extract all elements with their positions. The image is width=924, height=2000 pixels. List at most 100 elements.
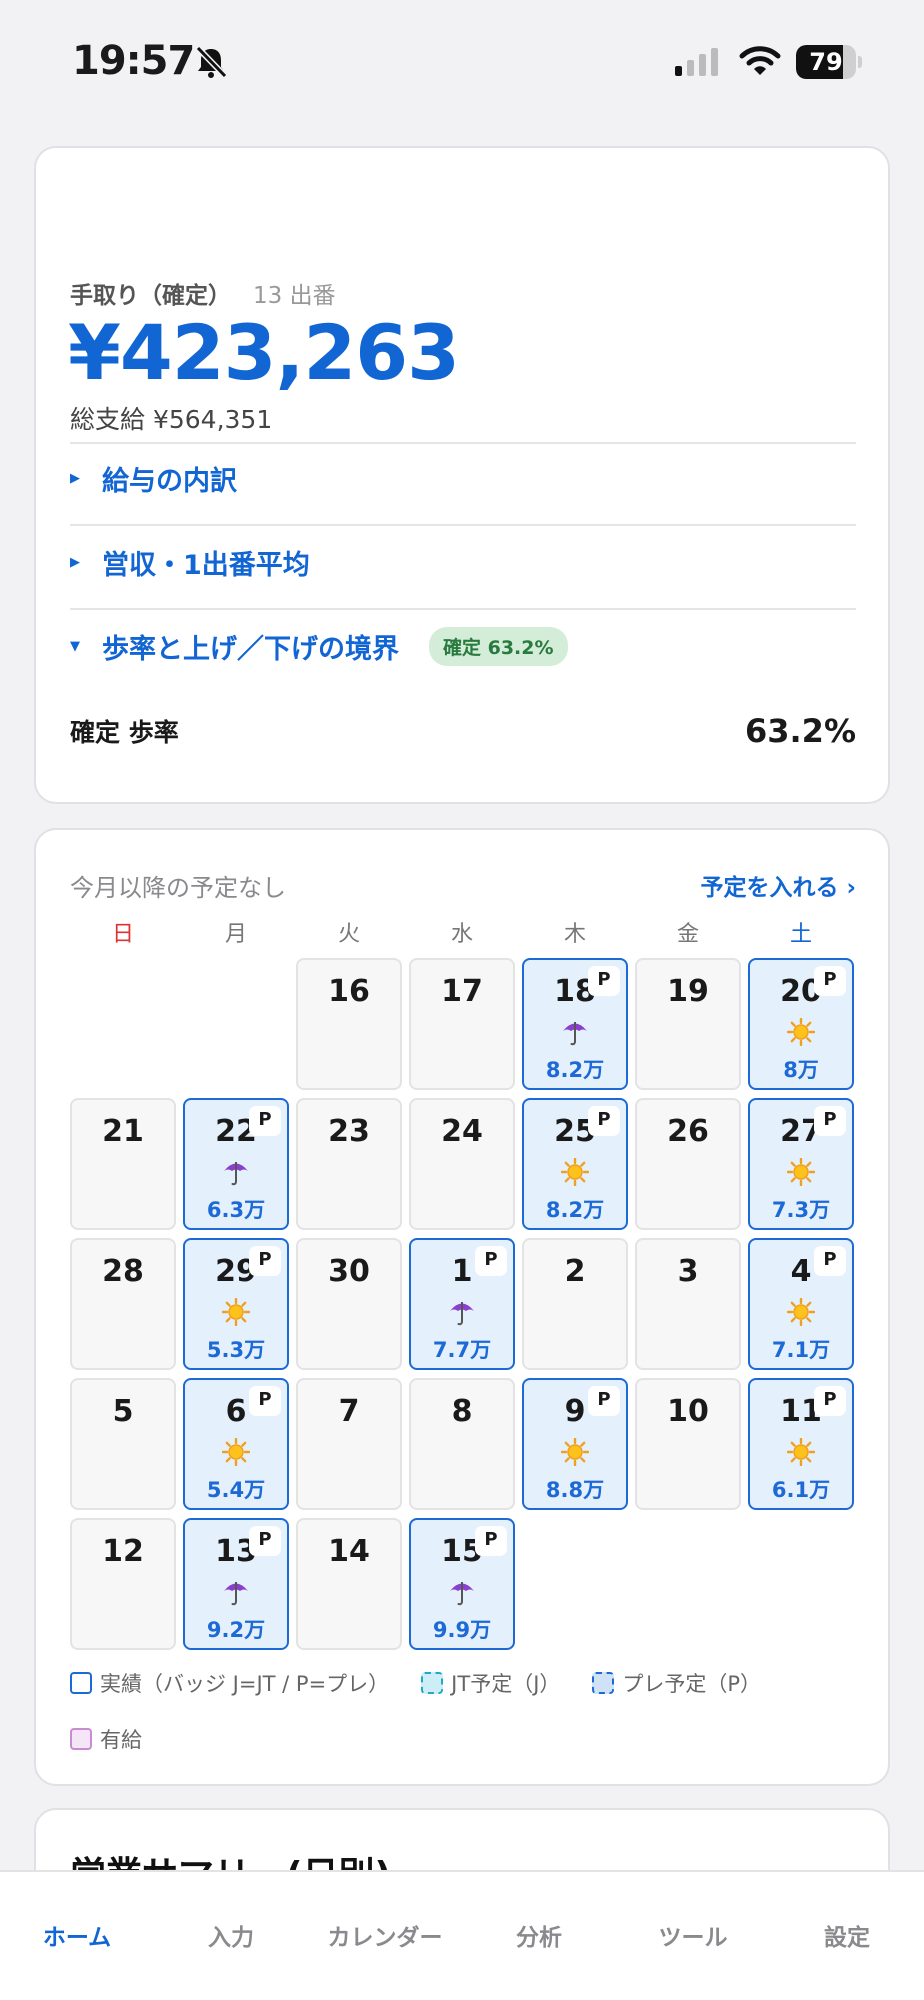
status-bar: 19:57 79 bbox=[0, 0, 924, 120]
plan-badge: P bbox=[814, 1386, 846, 1416]
calendar-day-cell[interactable]: 21 bbox=[70, 1098, 176, 1230]
legend-second-row: 有給 bbox=[70, 1724, 174, 1754]
divider bbox=[70, 608, 856, 610]
plan-badge: P bbox=[475, 1246, 507, 1276]
tab-calendar[interactable]: カレンダー bbox=[308, 1872, 462, 2000]
calendar-day-cell[interactable]: 14 bbox=[296, 1518, 402, 1650]
tab-input[interactable]: 入力 bbox=[154, 1872, 308, 2000]
divider bbox=[70, 442, 856, 444]
calendar-day-cell[interactable]: 12 bbox=[70, 1518, 176, 1650]
estimated-amount: 9.9万 bbox=[432, 1618, 492, 1642]
salary-breakdown-toggle[interactable]: ▶ 給与の内訳 bbox=[70, 458, 237, 498]
day-number: 2 bbox=[564, 1254, 586, 1289]
umbrella-icon bbox=[185, 1158, 287, 1186]
calendar-day-cell[interactable]: 9 P 8.8万 bbox=[522, 1378, 628, 1510]
legend-swatch-pre bbox=[592, 1672, 615, 1694]
legend-item-actual: 実績（バッジ J=JT / P=プレ） bbox=[70, 1668, 389, 1698]
estimated-amount: 7.3万 bbox=[771, 1198, 831, 1222]
add-schedule-link[interactable]: 予定を入れる › bbox=[701, 868, 857, 903]
day-number: 3 bbox=[677, 1254, 699, 1289]
tab-settings[interactable]: 設定 bbox=[770, 1872, 924, 2000]
calendar-day-cell[interactable]: 16 bbox=[296, 958, 402, 1090]
calendar-day-cell[interactable]: 30 bbox=[296, 1238, 402, 1370]
legend-text: 有給 bbox=[100, 1728, 142, 1752]
weekday-thu: 木 bbox=[563, 922, 586, 947]
take-home-amount: ¥423,263 bbox=[68, 308, 460, 397]
status-time: 19:57 bbox=[72, 38, 195, 84]
sun-icon bbox=[524, 1437, 626, 1467]
calendar-day-cell[interactable]: 7 bbox=[296, 1378, 402, 1510]
sun-icon bbox=[750, 1437, 852, 1467]
day-number: 30 bbox=[328, 1254, 370, 1289]
estimated-amount: 5.4万 bbox=[206, 1478, 266, 1502]
calendar-day-cell[interactable]: 18 P 8.2万 bbox=[522, 958, 628, 1090]
calendar-day-cell[interactable]: 8 bbox=[409, 1378, 515, 1510]
calendar-day-cell[interactable]: 28 bbox=[70, 1238, 176, 1370]
no-schedule-note: 今月以降の予定なし bbox=[70, 874, 286, 902]
calendar-day-cell[interactable]: 17 bbox=[409, 958, 515, 1090]
estimated-amount: 7.1万 bbox=[771, 1338, 831, 1362]
battery-indicator: 79 bbox=[796, 45, 862, 79]
day-number: 14 bbox=[328, 1534, 370, 1569]
day-number: 19 bbox=[667, 974, 709, 1009]
take-home-header: 手取り（確定） 13 出番 bbox=[70, 276, 336, 310]
estimated-amount: 8.2万 bbox=[545, 1058, 605, 1082]
calendar-day-cell[interactable]: 5 bbox=[70, 1378, 176, 1510]
calendar-day-cell[interactable]: 3 bbox=[635, 1238, 741, 1370]
plan-badge: P bbox=[249, 1526, 281, 1556]
confirmed-rate-label: 確定 歩率 bbox=[70, 718, 179, 747]
plan-badge: P bbox=[814, 1246, 846, 1276]
shift-count: 13 出番 bbox=[253, 283, 336, 309]
legend-swatch-actual bbox=[70, 1672, 92, 1694]
divider bbox=[70, 524, 856, 526]
rate-threshold-toggle[interactable]: ▼ 歩率と上げ／下げの境界 確定 63.2% bbox=[70, 626, 568, 666]
legend-item-paid-leave: 有給 bbox=[70, 1724, 142, 1754]
calendar-day-cell[interactable]: 13 P 9.2万 bbox=[183, 1518, 289, 1650]
revenue-average-toggle[interactable]: ▶ 営収・1出番平均 bbox=[70, 542, 310, 582]
plan-badge: P bbox=[814, 966, 846, 996]
calendar-day-cell[interactable]: 10 bbox=[635, 1378, 741, 1510]
estimated-amount: 5.3万 bbox=[206, 1338, 266, 1362]
calendar-day-cell[interactable]: 22 P 6.3万 bbox=[183, 1098, 289, 1230]
weekday-wed: 水 bbox=[450, 922, 473, 947]
bell-slash-icon bbox=[195, 45, 228, 79]
sun-icon bbox=[185, 1437, 287, 1467]
legend-text: 実績（バッジ J=JT / P=プレ） bbox=[100, 1672, 390, 1696]
tab-tools[interactable]: ツール bbox=[616, 1872, 770, 2000]
calendar-day-cell[interactable]: 29 P 5.3万 bbox=[183, 1238, 289, 1370]
disclosure-caret-open-icon: ▼ bbox=[70, 638, 80, 654]
legend-swatch-paid-leave bbox=[70, 1728, 92, 1750]
calendar-day-cell[interactable]: 20 P 8万 bbox=[748, 958, 854, 1090]
plan-badge: P bbox=[588, 1386, 620, 1416]
calendar-day-cell[interactable]: 24 bbox=[409, 1098, 515, 1230]
umbrella-icon bbox=[411, 1578, 513, 1606]
confirmed-rate-row: 確定 歩率 63.2% bbox=[70, 712, 856, 750]
calendar-day-cell[interactable]: 2 bbox=[522, 1238, 628, 1370]
umbrella-icon bbox=[185, 1578, 287, 1606]
disclosure-caret-icon: ▶ bbox=[70, 470, 80, 486]
calendar-day-cell[interactable]: 11 P 6.1万 bbox=[748, 1378, 854, 1510]
calendar-day-cell[interactable]: 25 P 8.2万 bbox=[522, 1098, 628, 1230]
calendar-day-cell[interactable]: 4 P 7.1万 bbox=[748, 1238, 854, 1370]
calendar-day-cell[interactable]: 23 bbox=[296, 1098, 402, 1230]
battery-level: 79 bbox=[809, 48, 843, 76]
calendar-day-cell[interactable]: 15 P 9.9万 bbox=[409, 1518, 515, 1650]
day-number: 23 bbox=[328, 1114, 370, 1149]
tab-home[interactable]: ホーム bbox=[0, 1872, 154, 2000]
calendar-day-cell[interactable]: 19 bbox=[635, 958, 741, 1090]
tab-analysis[interactable]: 分析 bbox=[462, 1872, 616, 2000]
day-number: 28 bbox=[102, 1254, 144, 1289]
calendar-grid: 16 17 18 P 8.2万 19 20 P 8万 21 22 P 6.3万 23 24 25 P 8.2万 26… bbox=[70, 958, 856, 1650]
calendar-day-cell[interactable]: 1 P 7.7万 bbox=[409, 1238, 515, 1370]
calendar-day-cell[interactable]: 27 P 7.3万 bbox=[748, 1098, 854, 1230]
calendar-day-cell[interactable]: 6 P 5.4万 bbox=[183, 1378, 289, 1510]
umbrella-icon bbox=[411, 1298, 513, 1326]
battery-tip bbox=[858, 56, 862, 68]
plan-badge: P bbox=[588, 1106, 620, 1136]
weekday-fri: 金 bbox=[676, 922, 699, 947]
weekday-sat: 土 bbox=[789, 922, 812, 947]
calendar-day-cell[interactable]: 26 bbox=[635, 1098, 741, 1230]
confirmed-rate-badge: 確定 63.2% bbox=[429, 626, 568, 666]
disclosure-label: 給与の内訳 bbox=[102, 465, 237, 497]
weekday-mon: 月 bbox=[224, 922, 247, 947]
